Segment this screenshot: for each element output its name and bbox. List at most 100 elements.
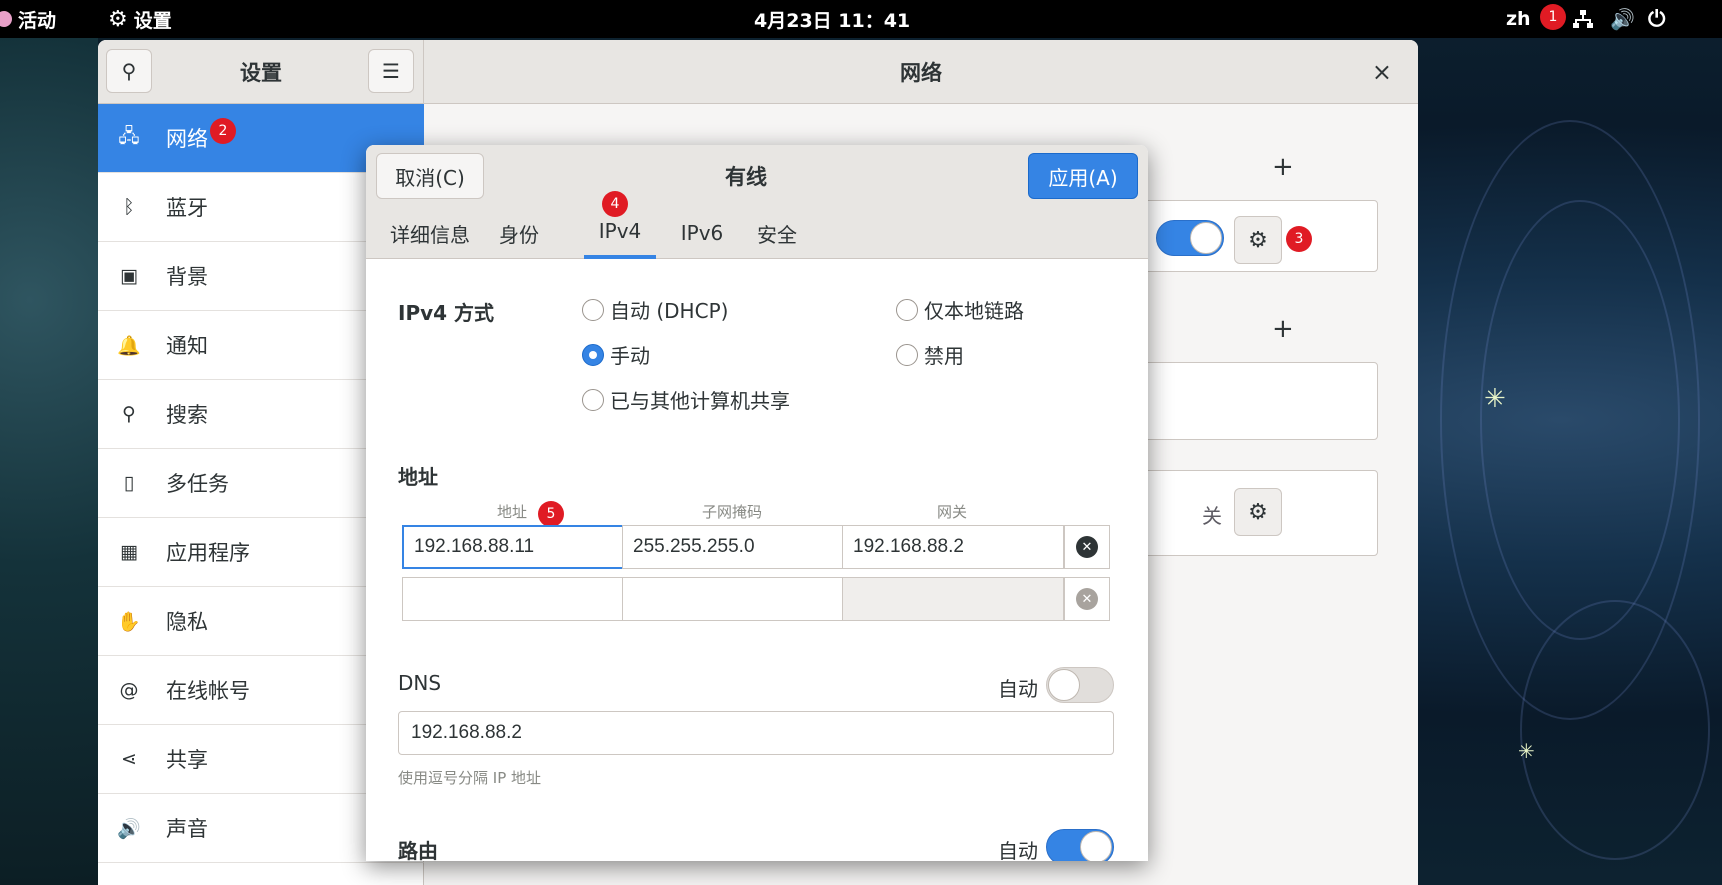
add-vpn-button[interactable]: + <box>1272 314 1294 344</box>
search-button[interactable]: ⚲ <box>106 49 152 93</box>
annotation-badge-2: 2 <box>210 118 236 144</box>
delete-address-button[interactable]: ✕ <box>1076 588 1098 610</box>
sidebar-item-label: 搜索 <box>166 403 208 427</box>
routes-auto-toggle[interactable] <box>1046 829 1114 861</box>
clock-label: 4月23日 11：41 <box>754 9 911 32</box>
gateway-input[interactable] <box>842 577 1064 621</box>
dns-auto-label: 自动 <box>998 677 1038 701</box>
radio-label: 禁用 <box>924 344 964 368</box>
sidebar-item-label: 通知 <box>166 334 208 358</box>
add-wired-connection-button[interactable]: + <box>1272 152 1294 182</box>
annotation-badge-3: 3 <box>1286 226 1312 252</box>
activities-button[interactable]: 活动 <box>0 0 56 38</box>
sidebar-item-label: 应用程序 <box>166 541 250 565</box>
share-icon: ⋖ <box>121 748 137 770</box>
netmask-input[interactable]: 255.255.255.0 <box>622 525 844 569</box>
annotation-badge-1: 1 <box>1540 4 1566 30</box>
sidebar-item-label: 声音 <box>166 817 208 841</box>
sidebar-item-label: 多任务 <box>166 472 229 496</box>
wallpaper-swirl <box>1480 200 1680 640</box>
toggle-knob <box>1048 669 1080 701</box>
multitask-icon: ▯ <box>123 472 135 494</box>
wallpaper-swirl <box>1520 600 1710 860</box>
radio-auto-dhcp[interactable]: 自动 (DHCP) <box>582 295 728 324</box>
cancel-button[interactable]: 取消(C) <box>376 153 484 199</box>
radio-shared[interactable]: 已与其他计算机共享 <box>582 385 790 414</box>
speaker-icon: 🔊 <box>117 817 141 840</box>
radio-circle <box>582 388 604 411</box>
delete-address-button[interactable]: ✕ <box>1076 536 1098 558</box>
radio-label: 自动 (DHCP) <box>610 299 729 323</box>
tab-security[interactable]: 安全 <box>750 207 804 259</box>
radio-link-local[interactable]: 仅本地链路 <box>896 295 1024 324</box>
radio-circle <box>582 343 604 366</box>
input-method-indicator[interactable]: zh <box>1506 0 1531 38</box>
sidebar-item-label: 隐私 <box>166 610 208 634</box>
search-icon: ⚲ <box>121 59 137 83</box>
netmask-input[interactable] <box>622 577 844 621</box>
power-icon[interactable]: ⏻ <box>1648 0 1665 38</box>
dialog-headerbar: 取消(C) 有线 应用(A) <box>366 145 1148 207</box>
dialog-tabs: 详细信息 身份 IPv4 IPv6 安全 <box>366 207 1148 259</box>
radio-disable[interactable]: 禁用 <box>896 340 964 369</box>
radio-label: 仅本地链路 <box>924 299 1024 323</box>
proxy-settings-button[interactable]: ⚙ <box>1234 488 1282 536</box>
tab-ipv6[interactable]: IPv6 <box>666 207 738 259</box>
dialog-title: 有线 <box>725 165 767 189</box>
wired-settings-button[interactable]: ⚙ <box>1234 216 1282 264</box>
menu-button[interactable]: ☰ <box>368 49 414 93</box>
tab-details[interactable]: 详细信息 <box>376 207 484 259</box>
at-icon: @ <box>119 679 139 701</box>
apply-button[interactable]: 应用(A) <box>1028 153 1138 199</box>
routes-label: 路由 <box>398 839 438 861</box>
wallpaper-star: ✳ <box>1484 384 1506 414</box>
wired-connection-dialog: 取消(C) 有线 应用(A) 详细信息 身份 IPv4 IPv6 安全 4 IP… <box>366 145 1148 861</box>
window-headerbar: ⚲ 设置 ☰ 网络 × <box>98 40 1418 104</box>
ipv4-method-label: IPv4 方式 <box>398 301 495 325</box>
gear-icon: ⚙ <box>108 6 128 32</box>
dns-input[interactable]: 192.168.88.2 <box>398 711 1114 755</box>
annotation-badge-4: 4 <box>602 191 628 217</box>
volume-icon[interactable]: 🔊 <box>1610 0 1635 38</box>
desktop-wallpaper-left <box>0 0 98 885</box>
radio-manual[interactable]: 手动 <box>582 340 650 369</box>
wired-connection-toggle[interactable] <box>1156 220 1224 256</box>
gateway-input[interactable]: 192.168.88.2 <box>842 525 1064 569</box>
tab-identity[interactable]: 身份 <box>484 207 554 259</box>
address-input[interactable]: 192.168.88.11 <box>402 525 624 569</box>
settings-app-menu[interactable]: ⚙ 设置 <box>108 0 172 38</box>
sidebar-item-label: 网络 <box>166 127 208 151</box>
bluetooth-icon: ᛒ <box>123 196 135 218</box>
sidebar-item-label: 蓝牙 <box>166 196 208 220</box>
gear-icon: ⚙ <box>1248 499 1268 525</box>
sidebar-header: ⚲ 设置 ☰ <box>98 40 424 104</box>
top-bar: 活动 ⚙ 设置 4月23日 11：41 zh 1 🔊 ⏻ <box>0 0 1722 38</box>
clock[interactable]: 4月23日 11：41 <box>754 0 910 38</box>
page-title: 网络 <box>900 61 942 85</box>
search-icon: ⚲ <box>122 403 136 425</box>
dns-auto-toggle[interactable] <box>1046 667 1114 703</box>
activities-label: 活动 <box>18 9 57 32</box>
background-icon: ▣ <box>120 265 138 287</box>
network-status-icon[interactable] <box>1572 0 1594 38</box>
address-input[interactable] <box>402 577 624 621</box>
hamburger-menu-icon: ☰ <box>382 59 400 83</box>
bell-icon: 🔔 <box>117 334 141 357</box>
distro-logo-icon <box>0 11 12 27</box>
wired-network-icon <box>1573 10 1593 28</box>
input-method-label: zh <box>1506 8 1531 30</box>
routes-auto-label: 自动 <box>998 839 1038 861</box>
settings-app-label: 设置 <box>133 9 172 32</box>
gear-icon: ⚙ <box>1248 227 1268 253</box>
sidebar-title: 设置 <box>240 61 282 85</box>
apps-icon: ▦ <box>120 541 138 563</box>
radio-circle <box>582 298 604 321</box>
proxy-status-label: 关 <box>1202 504 1222 528</box>
dns-hint: 使用逗号分隔 IP 地址 <box>398 769 542 787</box>
column-header-address: 地址 <box>496 503 527 521</box>
close-button[interactable]: × <box>1372 58 1392 86</box>
address-section-title: 地址 <box>398 465 438 489</box>
column-header-netmask: 子网掩码 <box>701 503 762 521</box>
hand-icon: ✋ <box>117 610 141 633</box>
column-header-gateway: 网关 <box>936 503 967 521</box>
